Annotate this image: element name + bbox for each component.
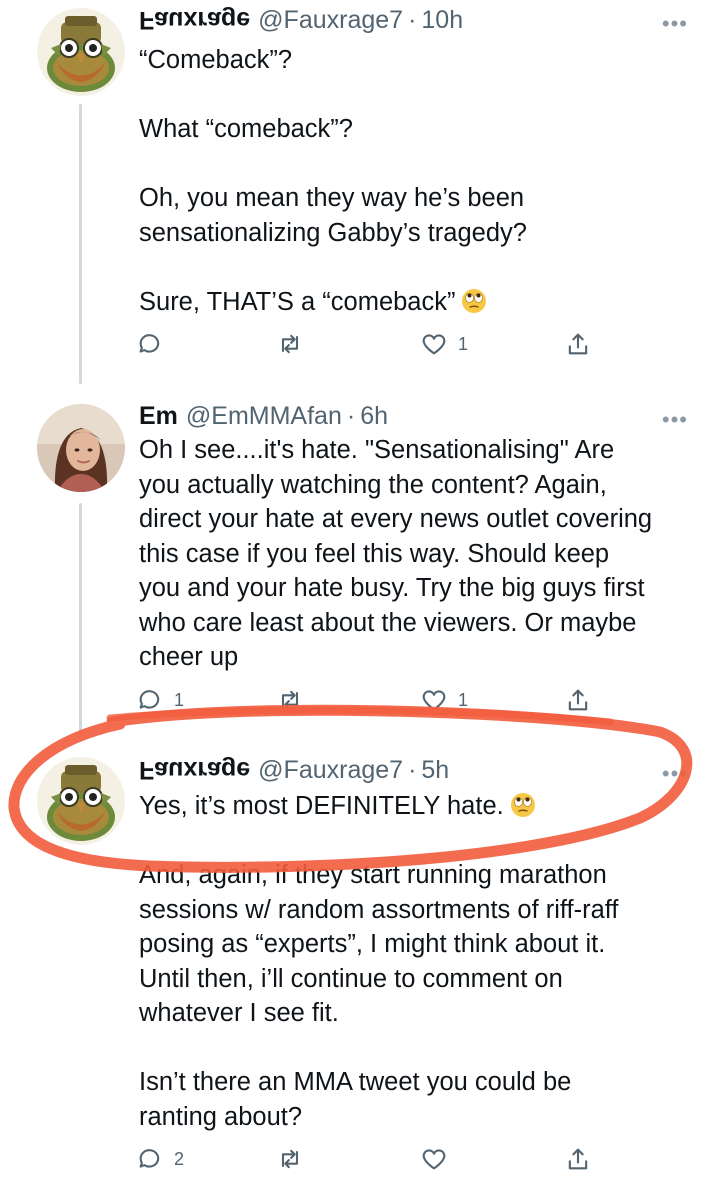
tweet-text-line: you actually watching the content? Again… <box>139 470 607 499</box>
share-icon <box>568 689 588 711</box>
face-with-rolling-eyes-emoji <box>510 793 535 817</box>
tweet-text-line: Until then, i’ll continue to comment on <box>139 964 563 993</box>
tweet-text-line: who care least about the viewers. Or may… <box>139 608 637 637</box>
retweet-icon <box>281 690 299 710</box>
tweet-actions: 1 1 <box>136 686 606 716</box>
tweet-text-span: Sure, THAT’S a “comeback” <box>139 287 456 316</box>
goblin-avatar-image <box>37 8 125 96</box>
tweet-text-line: ranting about? <box>139 1102 303 1131</box>
tweet-header: Fauxrage @Fauxrage7 · 10h <box>139 3 688 37</box>
tweet-text-line: Sure, THAT’S a “comeback” <box>139 285 688 320</box>
tweet-text-span: Yes, it’s most DEFINITELY hate. <box>139 792 504 820</box>
like-button[interactable] <box>420 1145 458 1173</box>
face-with-rolling-eyes-emoji <box>462 288 487 313</box>
tweet-text-line: cheer up <box>139 643 239 671</box>
share-icon <box>568 1148 588 1170</box>
user-handle[interactable]: @Fauxrage7 <box>258 3 403 37</box>
heart-icon <box>422 690 446 711</box>
tweet-text-line: sensationalizing Gabby’s tragedy? <box>139 218 527 247</box>
like-button[interactable]: 1 <box>420 686 468 714</box>
reply-icon <box>139 690 160 709</box>
tweet-text-line: posing as “experts”, I might think about… <box>139 930 606 958</box>
retweet-button[interactable] <box>276 1145 314 1173</box>
tweet-text: Yes, it’s most DEFINITELY hate. And, aga… <box>139 789 688 1134</box>
tweet-text-line: “Comeback”? <box>139 46 293 74</box>
profile-photo-image <box>37 404 125 492</box>
reply-icon <box>139 334 160 353</box>
tweet-text-line: And, again, if they start running marath… <box>139 861 607 889</box>
user-handle[interactable]: @EmMMAfan <box>186 399 342 433</box>
separator: · <box>408 756 417 784</box>
tweet-text-line: Yes, it’s most DEFINITELY hate. <box>139 789 688 824</box>
avatar[interactable] <box>37 8 125 96</box>
heart-icon <box>422 334 446 355</box>
tweet-text-line: Oh I see....it's hate. "Sensationalising… <box>139 436 615 464</box>
goblin-avatar-image <box>37 757 125 845</box>
timestamp[interactable]: 10h <box>421 3 463 37</box>
more-icon[interactable]: ••• <box>662 763 688 785</box>
display-name[interactable]: Fauxrage <box>139 753 250 787</box>
avatar[interactable] <box>37 757 125 845</box>
separator: · <box>346 402 356 430</box>
reply-button[interactable]: 1 <box>136 686 184 714</box>
retweet-icon <box>281 334 299 354</box>
avatar[interactable] <box>37 404 125 492</box>
share-button[interactable] <box>564 1145 592 1173</box>
tweet-actions: 1 <box>136 330 606 360</box>
tweet-text-line: sessions w/ random assortments of riff-r… <box>139 895 619 924</box>
reply-count: 2 <box>174 1148 185 1169</box>
separator: · <box>408 6 417 34</box>
share-button[interactable] <box>564 330 592 358</box>
tweet[interactable]: Fauxrage @Fauxrage7 · 5h ••• Yes, it’s m… <box>0 745 718 1200</box>
reply-count: 1 <box>174 689 185 710</box>
retweet-button[interactable] <box>276 686 314 714</box>
like-count: 1 <box>458 689 469 710</box>
tweet-text-line: whatever I see fit. <box>139 999 339 1027</box>
tweet-text-line: direct your hate at every news outlet co… <box>139 505 653 533</box>
user-handle[interactable]: @Fauxrage7 <box>258 753 403 787</box>
tweet-header: Em @EmMMAfan · 6h <box>139 399 688 433</box>
tweet-text-line: Oh, you mean they way he’s been <box>139 184 525 212</box>
like-count: 1 <box>458 333 469 354</box>
display-name[interactable]: Fauxrage <box>139 3 250 37</box>
display-name[interactable]: Em <box>139 399 178 433</box>
retweet-icon <box>281 1149 299 1169</box>
tweet[interactable]: Em @EmMMAfan · 6h ••• Oh I see....it's h… <box>0 392 718 727</box>
like-button[interactable]: 1 <box>420 330 468 358</box>
heart-icon <box>422 1149 446 1170</box>
reply-button[interactable] <box>136 330 174 358</box>
more-icon[interactable]: ••• <box>662 13 688 35</box>
more-icon[interactable]: ••• <box>662 409 688 431</box>
tweet-text-line: this case if you feel this way. Should k… <box>139 539 610 568</box>
retweet-button[interactable] <box>276 330 314 358</box>
tweet-text-line: Isn’t there an MMA tweet you could be <box>139 1068 572 1096</box>
timestamp[interactable]: 6h <box>360 399 388 433</box>
tweet-text-line: you and your hate busy. Try the big guys… <box>139 574 645 602</box>
share-icon <box>568 333 588 355</box>
tweet-actions: 2 <box>136 1145 606 1175</box>
tweet-text: Oh I see....it's hate. "Sensationalising… <box>139 433 688 675</box>
tweet-text-line: What “comeback”? <box>139 115 353 143</box>
timestamp[interactable]: 5h <box>421 753 449 787</box>
tweet[interactable]: Fauxrage @Fauxrage7 · 10h ••• “Comeback”… <box>0 0 718 380</box>
reply-button[interactable]: 2 <box>136 1145 184 1173</box>
reply-icon <box>139 1149 160 1168</box>
share-button[interactable] <box>564 686 592 714</box>
tweet-header: Fauxrage @Fauxrage7 · 5h <box>139 753 688 787</box>
tweet-text: “Comeback”? What “comeback”? Oh, you mea… <box>139 43 688 319</box>
